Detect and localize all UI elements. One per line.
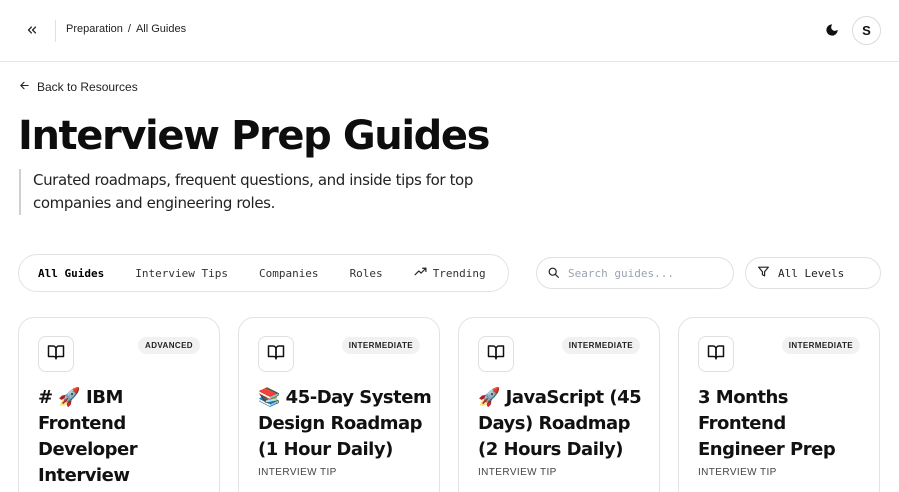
card-icon-box <box>478 336 514 372</box>
breadcrumb-preparation[interactable]: Preparation <box>66 23 123 35</box>
card-title: # 🚀 IBM Frontend Developer Interview <box>38 387 138 486</box>
guide-card[interactable]: INTERMEDIATE 3 Months Frontend Engineer … <box>678 317 880 492</box>
book-open-icon <box>707 343 725 365</box>
filter-icon <box>757 265 770 281</box>
theme-toggle-button[interactable] <box>821 20 843 42</box>
back-link-label: Back to Resources <box>37 80 138 94</box>
level-badge: INTERMEDIATE <box>341 337 420 354</box>
tab-label: Roles <box>349 266 383 280</box>
guide-card[interactable]: INTERMEDIATE 📚 45-Day System Design Road… <box>238 317 440 492</box>
arrow-left-icon <box>19 80 30 94</box>
breadcrumb-all-guides: All Guides <box>135 23 187 35</box>
page-title: Interview Prep Guides <box>18 113 490 159</box>
card-type: INTERVIEW TIP <box>258 467 337 478</box>
card-title: 3 Months Frontend Engineer Prep <box>698 387 836 460</box>
level-badge: ADVANCED <box>138 337 200 354</box>
tab-label: Companies <box>258 266 319 280</box>
breadcrumb: Preparation / All Guides <box>66 23 186 35</box>
guide-card[interactable]: ADVANCED # 🚀 IBM Frontend Developer Inte… <box>18 317 220 492</box>
search-input[interactable] <box>568 266 718 280</box>
chevrons-left-icon <box>25 22 39 41</box>
tab-label: Trending <box>432 266 486 280</box>
tab-all-guides[interactable]: All Guides <box>38 267 104 280</box>
tab-label: Interview Tips <box>135 266 228 280</box>
card-title: 📚 45-Day System Design Roadmap (1 Hour D… <box>258 387 432 460</box>
book-open-icon <box>47 343 65 365</box>
collapse-sidebar-button[interactable] <box>20 19 44 43</box>
search-box <box>536 257 734 289</box>
card-icon-box <box>698 336 734 372</box>
card-icon-box <box>258 336 294 372</box>
tab-interview-tips[interactable]: Interview Tips <box>135 267 228 280</box>
tab-roles[interactable]: Roles <box>350 267 383 280</box>
level-badge: INTERMEDIATE <box>781 337 860 354</box>
avatar[interactable]: S <box>852 16 881 45</box>
card-type: INTERVIEW TIP <box>478 467 557 478</box>
page-subtitle: Curated roadmaps, frequent questions, an… <box>19 169 499 215</box>
search-icon <box>547 264 560 283</box>
card-type: INTERVIEW TIP <box>698 467 777 478</box>
book-open-icon <box>267 343 285 365</box>
book-open-icon <box>487 343 505 365</box>
top-bar: Preparation / All Guides S <box>0 0 899 62</box>
filter-tabs: All Guides Interview Tips Companies Role… <box>18 254 509 292</box>
level-filter-dropdown[interactable]: All Levels <box>745 257 881 289</box>
breadcrumb-separator: / <box>127 23 131 35</box>
tab-label: All Guides <box>38 266 105 280</box>
moon-icon <box>825 22 839 41</box>
level-badge: INTERMEDIATE <box>561 337 640 354</box>
back-to-resources-link[interactable]: Back to Resources <box>19 80 138 94</box>
tab-companies[interactable]: Companies <box>259 267 319 280</box>
guide-card[interactable]: INTERMEDIATE 🚀 JavaScript (45 Days) Road… <box>458 317 660 492</box>
trending-up-icon <box>414 265 427 281</box>
tab-trending[interactable]: Trending <box>414 265 486 281</box>
card-title: 🚀 JavaScript (45 Days) Roadmap (2 Hours … <box>478 387 642 460</box>
card-icon-box <box>38 336 74 372</box>
top-divider <box>55 20 56 42</box>
level-filter-label: All Levels <box>778 266 845 280</box>
